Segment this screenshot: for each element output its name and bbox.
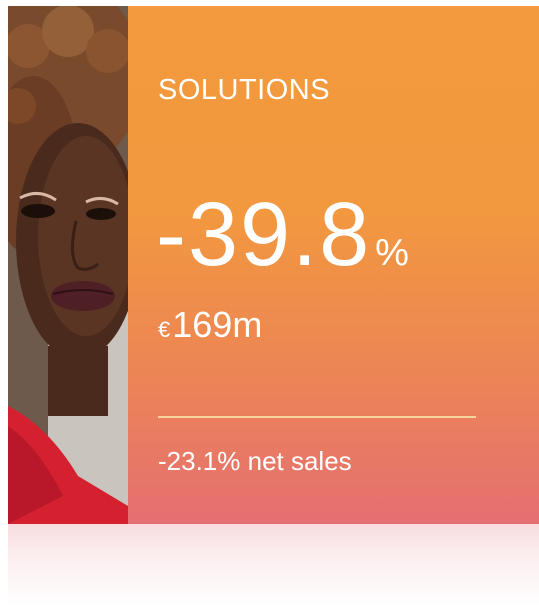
stats-panel: SOLUTIONS -39.8% €169m -23.1% net sales [128, 6, 539, 524]
amount: €169m [158, 304, 262, 346]
portrait-illustration [8, 6, 128, 524]
kpi-card: SOLUTIONS -39.8% €169m -23.1% net sales [8, 6, 539, 524]
percent-sign: % [375, 232, 409, 274]
percent-change-value: -39.8 [156, 185, 372, 285]
category-title: SOLUTIONS [158, 74, 331, 106]
currency-symbol: € [158, 317, 171, 342]
net-sales-label: -23.1% net sales [158, 446, 352, 476]
portrait-photo [8, 6, 128, 524]
card-reflection [8, 524, 539, 606]
divider [158, 416, 476, 418]
percent-change: -39.8% [156, 190, 409, 280]
amount-value: 169m [172, 304, 263, 345]
